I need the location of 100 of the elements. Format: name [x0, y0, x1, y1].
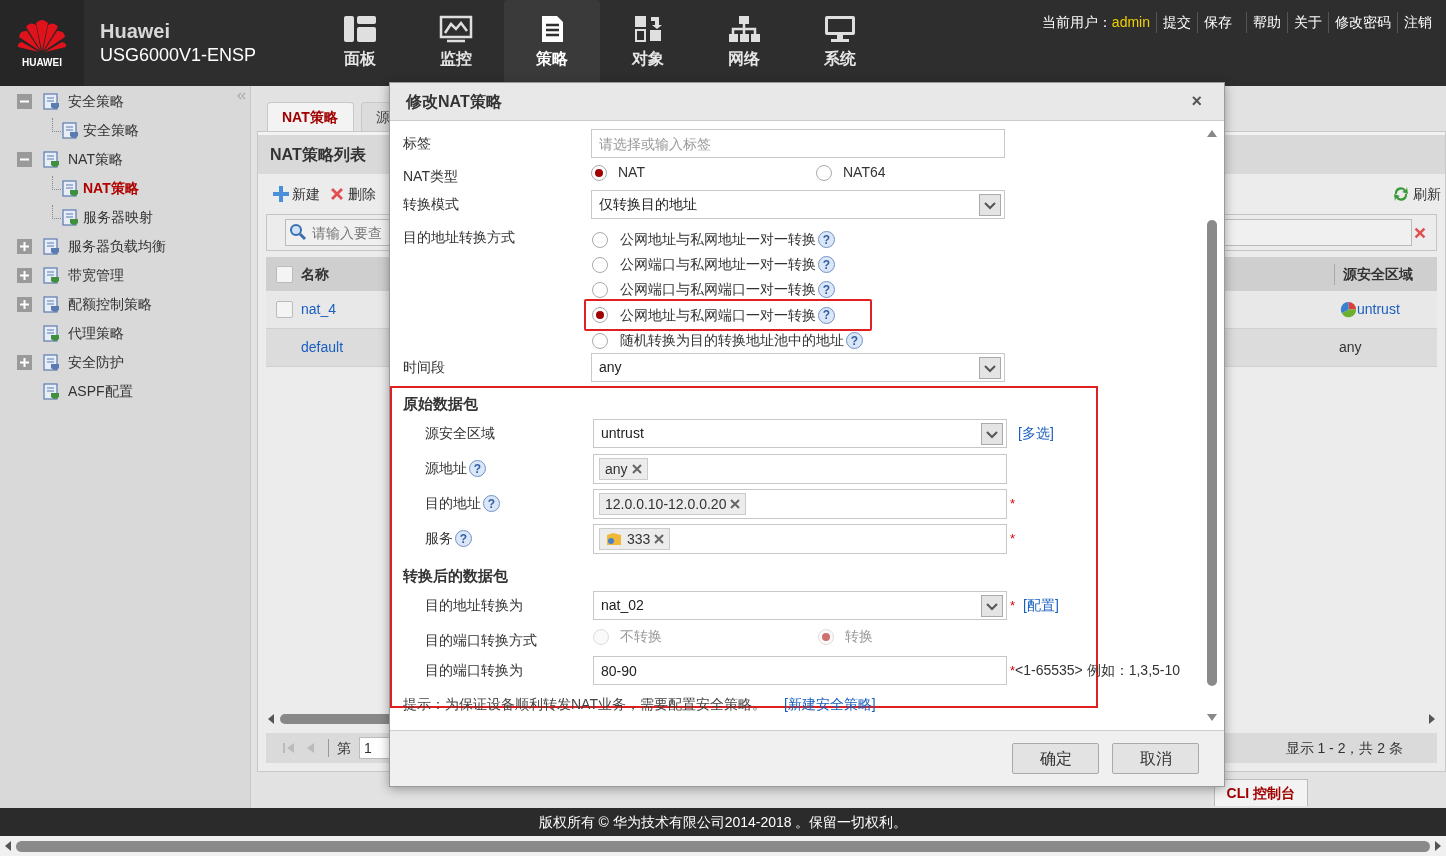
input-field[interactable]: 80-90 — [593, 656, 1007, 685]
dialog-button[interactable]: 取消 — [1112, 743, 1199, 774]
header-link[interactable]: 帮助 — [1246, 12, 1287, 33]
dropdown-icon[interactable] — [981, 594, 1003, 617]
sidebar-item[interactable]: 安全策略 — [61, 120, 139, 141]
nav-tab[interactable]: 网络 — [696, 0, 792, 86]
header-link[interactable]: 注销 — [1397, 12, 1438, 33]
tag-input-field[interactable]: 333 — [593, 524, 1007, 554]
help-button[interactable]: ? — [455, 530, 472, 547]
sidebar-item[interactable]: 带宽管理 — [42, 265, 124, 286]
cli-console-tab[interactable]: CLI 控制台 — [1213, 779, 1308, 806]
device-model: USG6000V1-ENSP — [100, 44, 258, 67]
nav-tab[interactable]: 监控 — [408, 0, 504, 86]
dropdown-icon[interactable] — [979, 356, 1001, 379]
tag-input-field[interactable]: 12.0.0.10-12.0.0.20 — [593, 489, 1007, 519]
radio-button[interactable] — [592, 281, 608, 298]
sidebar-item[interactable]: 配额控制策略 — [42, 294, 152, 315]
radio-button[interactable] — [592, 307, 608, 323]
pager-summary: 显示 1 - 2，共 2 条 — [1285, 738, 1403, 758]
field-label: 转换模式 — [403, 195, 459, 214]
help-button[interactable]: ? — [483, 495, 500, 512]
help-button[interactable]: ? — [818, 306, 835, 324]
link[interactable]: [多选] — [1018, 423, 1054, 444]
plus-icon — [272, 185, 290, 203]
sidebar-item[interactable]: NAT策略 — [42, 149, 123, 170]
scroll-thumb[interactable] — [16, 840, 1430, 852]
remove-icon[interactable] — [631, 464, 642, 474]
nav-tab[interactable]: 面板 — [312, 0, 408, 86]
radio-button[interactable] — [592, 231, 608, 248]
collapse-icon[interactable] — [236, 92, 246, 100]
policy-icon — [42, 352, 62, 373]
panel-tab[interactable]: NAT策略 — [267, 102, 354, 131]
scroll-right-icon[interactable] — [1427, 713, 1437, 725]
radio-button[interactable] — [816, 164, 832, 181]
nav-tab[interactable]: 系统 — [792, 0, 888, 86]
radio-button[interactable] — [592, 256, 608, 273]
input-field[interactable]: 请选择或输入标签 — [591, 129, 1005, 158]
dropdown[interactable]: nat_02 — [593, 591, 1007, 620]
sidebar-item[interactable]: 服务器负载均衡 — [42, 236, 166, 257]
dropdown[interactable]: 仅转换目的地址 — [591, 190, 1005, 219]
policy-icon — [42, 265, 62, 286]
close-button[interactable]: × — [1191, 88, 1202, 115]
policy-name-link[interactable]: nat_4 — [301, 299, 337, 320]
radio-button[interactable] — [591, 164, 607, 181]
scroll-thumb[interactable] — [1207, 220, 1217, 686]
option-label: 转换 — [845, 627, 873, 646]
link[interactable]: [配置] — [1023, 595, 1059, 616]
sidebar-item[interactable]: ASPF配置 — [42, 381, 133, 402]
field-label: 标签 — [403, 134, 431, 153]
page-scrollbar[interactable] — [0, 836, 1446, 856]
sidebar-item[interactable]: NAT策略 — [61, 178, 139, 199]
remove-icon[interactable] — [654, 534, 665, 544]
header-link[interactable]: 关于 — [1287, 12, 1328, 33]
field-label: 目的端口转换方式 — [425, 631, 537, 650]
header-link[interactable]: 提交 — [1156, 12, 1197, 33]
scroll-left-icon[interactable] — [266, 713, 276, 725]
zone-cell-text: any — [1339, 338, 1362, 357]
tag-chip: any — [599, 458, 648, 480]
dropdown[interactable]: any — [591, 353, 1005, 382]
scroll-right-icon[interactable] — [1434, 840, 1442, 852]
help-button[interactable]: ? — [818, 256, 835, 273]
add-button[interactable]: 新建 — [272, 183, 320, 205]
tag-chip: 333 — [599, 528, 671, 550]
page-label: 第 — [337, 738, 351, 758]
dropdown[interactable]: untrust — [593, 419, 1007, 448]
refresh-button[interactable]: 刷新 — [1392, 183, 1441, 205]
row-checkbox[interactable] — [276, 301, 293, 318]
scroll-left-icon[interactable] — [4, 840, 12, 852]
header-link[interactable]: 保存 — [1197, 12, 1238, 33]
user-label: 当前用户： — [1041, 13, 1112, 32]
user-name: admin — [1111, 13, 1150, 32]
dropdown-icon[interactable] — [981, 422, 1003, 445]
sidebar-item[interactable]: 安全策略 — [42, 91, 124, 112]
help-button[interactable]: ? — [846, 332, 863, 349]
option-label: 公网端口与私网端口一对一转换 — [620, 280, 816, 299]
nav-tab[interactable]: 对象 — [600, 0, 696, 86]
delete-button[interactable]: 删除 — [328, 183, 376, 205]
help-button[interactable]: ? — [469, 460, 486, 477]
radio-button[interactable] — [592, 332, 608, 349]
dropdown-icon[interactable] — [979, 193, 1001, 216]
logo-text: HUAWEI — [22, 55, 62, 70]
remove-icon[interactable] — [730, 499, 741, 509]
dialog-button[interactable]: 确定 — [1012, 743, 1099, 774]
scroll-up-icon[interactable] — [1206, 129, 1218, 138]
header-link[interactable]: 修改密码 — [1328, 12, 1397, 33]
help-button[interactable]: ? — [818, 281, 835, 298]
sidebar-item[interactable]: 安全防护 — [42, 352, 124, 373]
sidebar-item[interactable]: 代理策略 — [42, 323, 124, 344]
dialog-title: 修改NAT策略 — [406, 91, 503, 112]
sidebar-item[interactable]: 服务器映射 — [61, 207, 153, 228]
field-label: 目的地址转换为 — [425, 596, 523, 615]
required-mark: * — [1010, 596, 1016, 615]
select-all-checkbox[interactable] — [276, 265, 293, 283]
field-label: 源地址 — [425, 459, 467, 478]
scroll-down-icon[interactable] — [1206, 713, 1218, 722]
dashboard-icon — [343, 15, 377, 43]
help-button[interactable]: ? — [818, 231, 835, 248]
policy-name-link[interactable]: default — [301, 337, 344, 358]
option-label: 公网端口与私网地址一对一转换 — [620, 255, 816, 274]
tag-input-field[interactable]: any — [593, 454, 1007, 484]
